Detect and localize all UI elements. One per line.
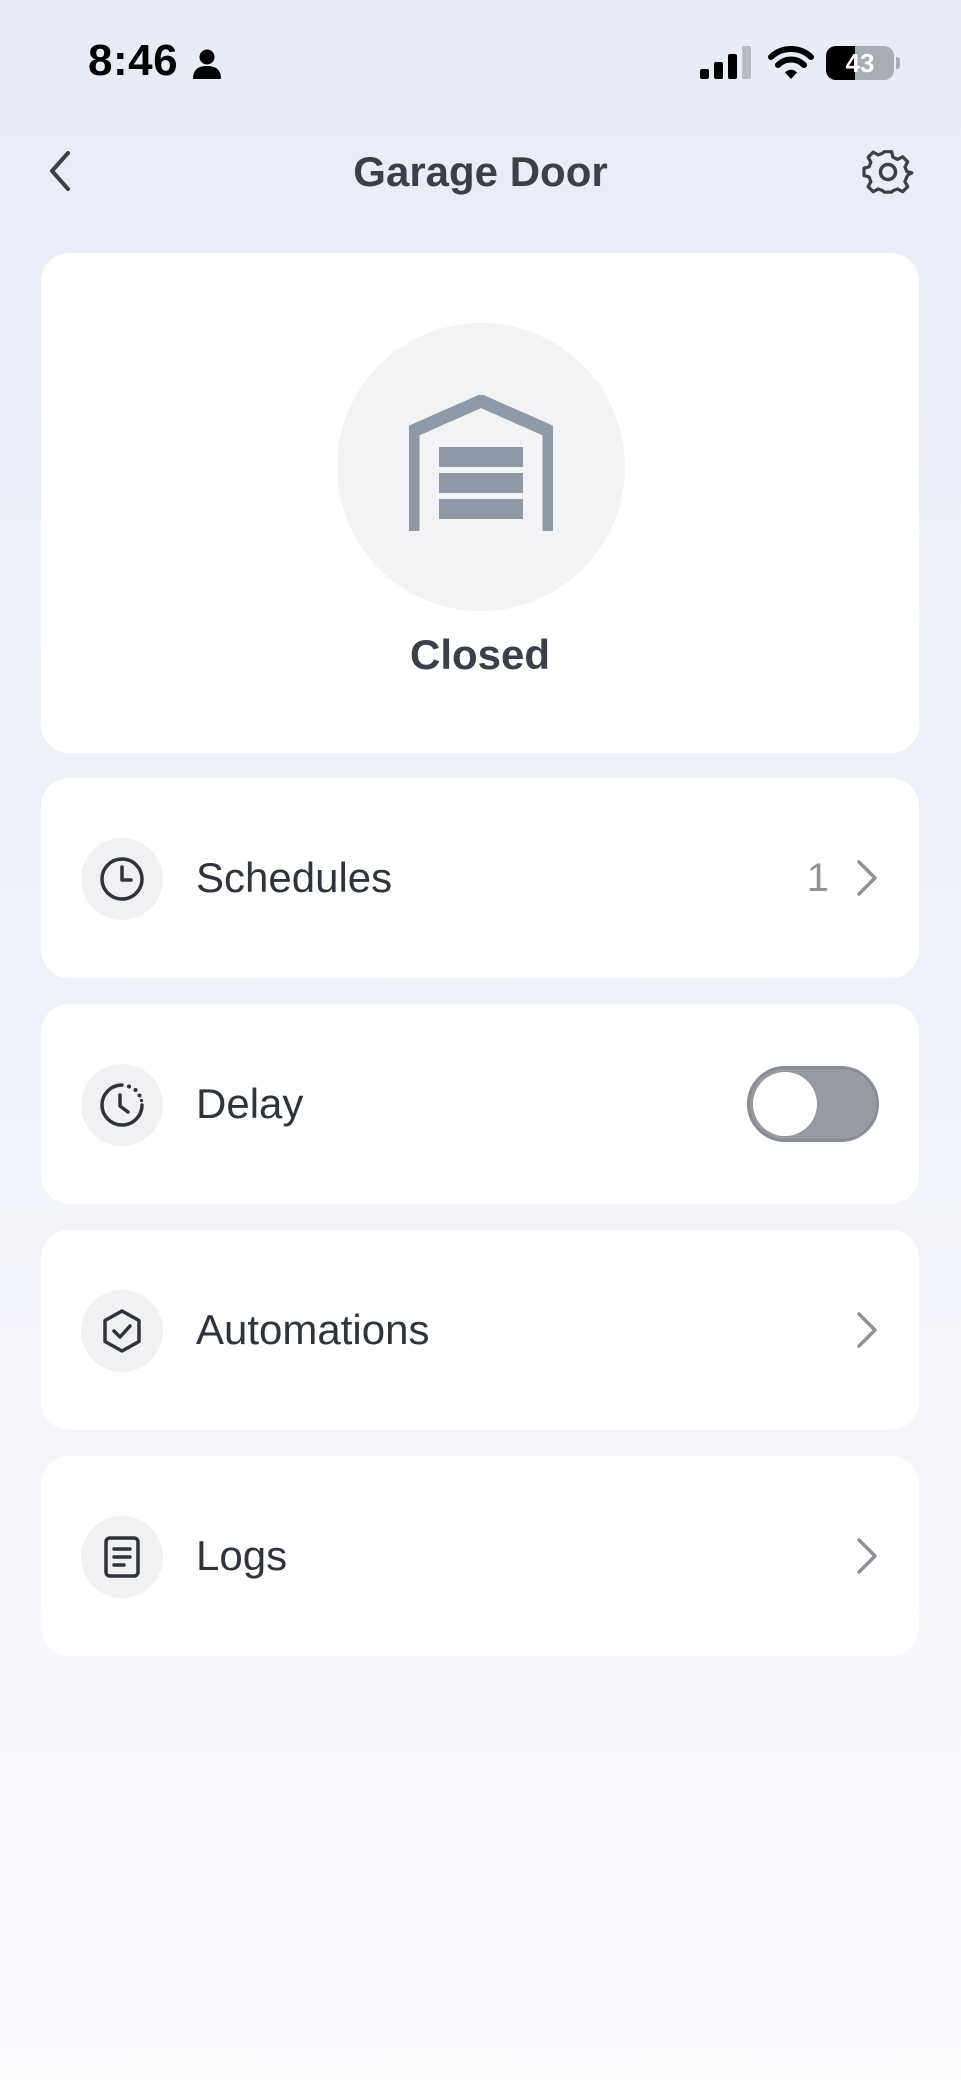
shield-check-icon bbox=[103, 1309, 141, 1353]
garage-door-icon bbox=[409, 395, 553, 531]
timer-icon bbox=[100, 1083, 144, 1127]
chevron-right-icon bbox=[857, 860, 877, 896]
door-status-label: Closed bbox=[409, 631, 551, 678]
automations-row[interactable]: Automations bbox=[41, 1230, 919, 1430]
logs-label: Logs bbox=[196, 1532, 288, 1579]
gear-icon[interactable] bbox=[862, 148, 914, 200]
schedules-row[interactable]: Schedules 1 bbox=[41, 778, 919, 978]
schedules-icon-container bbox=[81, 838, 163, 920]
toggle-knob bbox=[753, 1072, 817, 1136]
wifi-icon bbox=[768, 46, 814, 79]
schedules-count: 1 bbox=[806, 856, 829, 900]
delay-toggle[interactable] bbox=[747, 1066, 879, 1142]
device-status-card: Closed bbox=[41, 253, 919, 753]
battery-cap bbox=[896, 57, 900, 69]
chevron-right-icon bbox=[857, 1538, 877, 1574]
battery-icon: 43 bbox=[826, 46, 894, 80]
chevron-right-icon bbox=[857, 1312, 877, 1348]
page-title: Garage Door bbox=[353, 148, 608, 195]
delay-label: Delay bbox=[196, 1080, 304, 1127]
person-icon bbox=[193, 49, 221, 79]
status-time: 8:46 bbox=[88, 36, 179, 85]
logs-row[interactable]: Logs bbox=[41, 1456, 919, 1656]
logs-icon-container bbox=[81, 1516, 163, 1598]
clock-icon bbox=[100, 857, 144, 901]
battery-level: 43 bbox=[845, 48, 875, 78]
automations-icon-container bbox=[81, 1290, 163, 1372]
garage-door-control[interactable] bbox=[337, 323, 625, 611]
document-list-icon bbox=[104, 1536, 140, 1578]
schedules-label: Schedules bbox=[196, 854, 393, 901]
status-bar: 8:46 43 bbox=[0, 0, 961, 120]
delay-row: Delay bbox=[41, 1004, 919, 1204]
cellular-signal-icon bbox=[700, 46, 751, 79]
automations-label: Automations bbox=[196, 1306, 430, 1353]
delay-icon-container bbox=[81, 1064, 163, 1146]
